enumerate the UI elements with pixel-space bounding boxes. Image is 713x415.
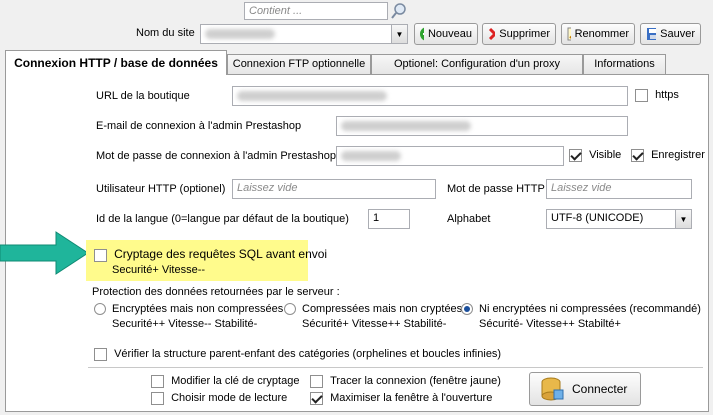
- connect-label: Connecter: [572, 382, 628, 396]
- delete-button-label: Supprimer: [499, 28, 550, 40]
- shop-url-label: URL de la boutique: [96, 90, 190, 102]
- read-mode-checkbox[interactable]: [151, 392, 164, 405]
- admin-email-label: E-mail de connexion à l'admin Prestashop: [96, 120, 302, 132]
- admin-password-input[interactable]: [336, 146, 564, 166]
- radio-none-sub: Sécurité- Vitesse++ Stabilté+: [479, 318, 621, 330]
- verify-structure-checkbox[interactable]: [94, 348, 107, 361]
- rename-button-label: Renommer: [574, 28, 629, 40]
- save-password-checkbox[interactable]: [631, 149, 644, 162]
- rename-button[interactable]: Renommer: [561, 23, 635, 45]
- https-checkbox[interactable]: [635, 89, 648, 102]
- divider: [88, 367, 703, 368]
- radio-none-wrap[interactable]: [461, 303, 473, 318]
- delete-icon: [488, 27, 496, 41]
- radio-encrypted-sub: Securité++ Vitesse-- Stabilité-: [112, 318, 258, 330]
- sql-encrypt-label: Cryptage des requêtes SQL avant envoi: [114, 247, 328, 261]
- admin-password-label: Mot de passe de connexion à l'admin Pres…: [96, 150, 336, 162]
- connect-button[interactable]: Connecter: [529, 372, 641, 406]
- maximize-label: Maximiser la fenêtre à l'ouverture: [330, 392, 493, 405]
- alphabet-value: UTF-8 (UNICODE): [551, 212, 644, 224]
- tab-http-database[interactable]: Connexion HTTP / base de données: [5, 50, 227, 75]
- search-icon[interactable]: [390, 2, 408, 20]
- sql-encrypt-wrap[interactable]: Cryptage des requêtes SQL avant envoi: [94, 247, 327, 262]
- radio-encrypted-label: Encryptées mais non compressées: [112, 303, 284, 315]
- site-select[interactable]: ▼: [200, 24, 408, 44]
- save-button[interactable]: Sauver: [640, 23, 701, 45]
- trace-label: Tracer la connexion (fenêtre jaune): [330, 375, 501, 388]
- visible-checkbox-wrap[interactable]: Visible: [569, 149, 621, 162]
- search-placeholder: Contient ...: [249, 5, 303, 17]
- tab-ftp[interactable]: Connexion FTP optionnelle: [227, 54, 371, 74]
- read-mode-wrap[interactable]: Choisir mode de lecture: [151, 392, 287, 405]
- radio-none[interactable]: [461, 303, 473, 315]
- tab-informations[interactable]: Informations: [583, 54, 666, 74]
- save-button-label: Sauver: [660, 28, 695, 40]
- trace-wrap[interactable]: Tracer la connexion (fenêtre jaune): [310, 375, 501, 388]
- maximize-checkbox[interactable]: [310, 392, 323, 405]
- visible-checkbox[interactable]: [569, 149, 582, 162]
- tab-proxy[interactable]: Optionel: Configuration d'un proxy: [371, 54, 583, 74]
- chevron-down-icon[interactable]: ▼: [391, 25, 407, 43]
- read-mode-label: Choisir mode de lecture: [171, 392, 288, 405]
- alphabet-label: Alphabet: [447, 213, 491, 225]
- http-user-input[interactable]: Laissez vide: [232, 179, 436, 199]
- chevron-down-icon[interactable]: ▼: [675, 210, 691, 228]
- language-id-label: Id de la langue (0=langue par défaut de …: [96, 213, 349, 225]
- new-button[interactable]: Nouveau: [414, 23, 478, 45]
- https-label: https: [655, 89, 679, 102]
- verify-structure-label: Vérifier la structure parent-enfant des …: [114, 348, 502, 361]
- https-checkbox-wrap[interactable]: https: [635, 89, 679, 102]
- radio-compressed-wrap[interactable]: [284, 303, 296, 318]
- radio-none-label: Ni encryptées ni compressées (recommandé…: [479, 303, 701, 315]
- alphabet-select[interactable]: UTF-8 (UNICODE) ▼: [546, 209, 692, 229]
- protection-label: Protection des données retournées par le…: [92, 286, 340, 298]
- http-password-placeholder: Laissez vide: [551, 182, 612, 194]
- visible-label: Visible: [589, 149, 622, 162]
- site-label: Nom du site: [136, 27, 195, 39]
- sql-encrypt-sub: Securité+ Vitesse--: [112, 264, 206, 276]
- http-user-placeholder: Laissez vide: [237, 182, 298, 194]
- connect-icon: [541, 377, 564, 401]
- save-password-label: Enregistrer: [651, 149, 705, 162]
- http-password-label: Mot de passe HTTP: [447, 183, 545, 195]
- save-checkbox-wrap[interactable]: Enregistrer: [631, 149, 705, 162]
- delete-button[interactable]: Supprimer: [482, 23, 556, 45]
- modify-key-label: Modifier la clé de cryptage: [171, 375, 300, 388]
- search-input[interactable]: Contient ...: [244, 2, 388, 20]
- maximize-wrap[interactable]: Maximiser la fenêtre à l'ouverture: [310, 392, 492, 405]
- language-id-input[interactable]: 1: [368, 209, 410, 229]
- sql-encrypt-checkbox[interactable]: [94, 248, 107, 262]
- new-button-label: Nouveau: [427, 28, 472, 40]
- arrow-icon: [0, 231, 89, 275]
- plus-icon: [420, 27, 424, 41]
- trace-checkbox[interactable]: [310, 375, 323, 388]
- radio-compressed[interactable]: [284, 303, 296, 315]
- modify-key-wrap[interactable]: Modifier la clé de cryptage: [151, 375, 299, 388]
- shop-url-input[interactable]: [232, 86, 628, 106]
- radio-compressed-label: Compressées mais non cryptées: [302, 303, 463, 315]
- http-password-input[interactable]: Laissez vide: [546, 179, 692, 199]
- radio-encrypted-wrap[interactable]: [94, 303, 106, 318]
- save-icon: [647, 28, 657, 40]
- verify-structure-wrap[interactable]: Vérifier la structure parent-enfant des …: [94, 348, 501, 361]
- radio-encrypted[interactable]: [94, 303, 106, 315]
- rename-icon: [567, 27, 571, 41]
- admin-email-input[interactable]: [336, 116, 628, 136]
- radio-compressed-sub: Sécurité+ Vitesse++ Stabilité-: [302, 318, 447, 330]
- modify-key-checkbox[interactable]: [151, 375, 164, 388]
- http-user-label: Utilisateur HTTP (optionel): [96, 183, 226, 195]
